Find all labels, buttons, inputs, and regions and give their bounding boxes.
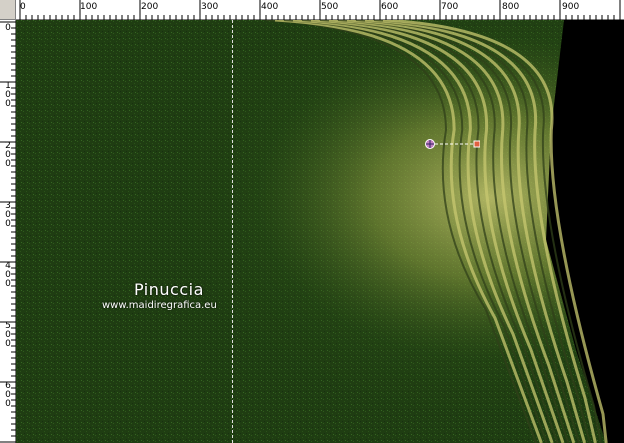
- watermark-name: Pinuccia: [134, 280, 204, 299]
- vruler-label-300: 300: [5, 201, 11, 229]
- horizontal-ruler[interactable]: 0 100 200 300 400 500 600 700 800 900: [16, 0, 624, 20]
- vruler-label-200: 200: [5, 141, 11, 169]
- vruler-label-0: 0: [5, 23, 11, 33]
- image-canvas[interactable]: Pinuccia www.maidiregrafica.eu: [16, 20, 624, 443]
- ruler-label-100: 100: [80, 2, 98, 12]
- vruler-label-100: 100: [5, 81, 11, 109]
- ruler-label-600: 600: [381, 2, 399, 12]
- ruler-label-400: 400: [261, 2, 279, 12]
- gradient-end-icon[interactable]: [473, 140, 480, 148]
- ruler-label-200: 200: [141, 2, 159, 12]
- ruler-corner: [0, 0, 16, 20]
- canvas-glow: [16, 20, 624, 443]
- vruler-label-500: 500: [5, 321, 11, 349]
- ruler-label-800: 800: [502, 2, 520, 12]
- horizontal-ruler-ticks: [19, 0, 621, 20]
- vertical-ruler[interactable]: 0 100 200 300 400 500 600: [0, 20, 16, 443]
- ruler-label-700: 700: [441, 2, 459, 12]
- guide-line[interactable]: [232, 20, 233, 443]
- vruler-label-600: 600: [5, 381, 11, 409]
- ruler-label-0: 0: [20, 2, 26, 12]
- ruler-label-900: 900: [562, 2, 580, 12]
- canvas-artwork: [16, 20, 624, 443]
- gradient-handle[interactable]: [424, 138, 480, 150]
- ruler-label-300: 300: [201, 2, 219, 12]
- watermark-url: www.maidiregrafica.eu: [102, 300, 217, 311]
- ruler-label-500: 500: [321, 2, 339, 12]
- vruler-label-400: 400: [5, 261, 11, 289]
